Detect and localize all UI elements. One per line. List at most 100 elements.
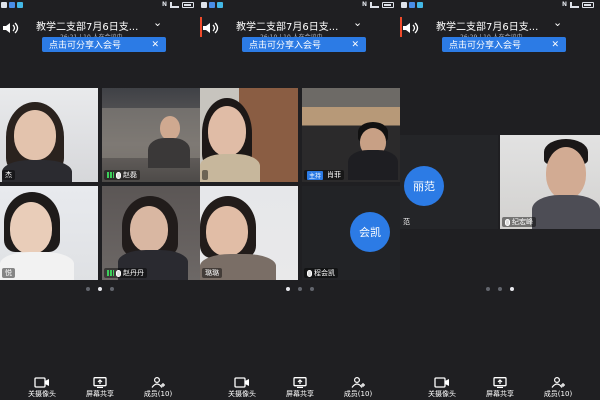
screen-share-button[interactable]: 屏幕共享 <box>78 377 122 399</box>
message-icon <box>217 2 223 8</box>
participant-label <box>202 170 208 180</box>
nfc-icon: N <box>361 1 367 8</box>
screen-share-label: 屏幕共享 <box>486 390 514 398</box>
members-label: 成员(10) <box>143 390 173 398</box>
participant-name: 程会凯 <box>314 269 335 277</box>
page-dot[interactable] <box>486 287 490 291</box>
members-label: 成员(10) <box>543 390 573 398</box>
participant-name: 范 <box>403 218 410 226</box>
meeting-title[interactable]: 教学二支部7月6日支... <box>36 18 166 33</box>
participant-label: 杰 <box>2 170 15 180</box>
video-tile[interactable]: 悦 <box>0 186 98 280</box>
status-bar: N <box>400 0 600 10</box>
share-banner-text: 点击可分享入会号 <box>49 41 122 51</box>
host-badge: 主持 <box>307 170 324 180</box>
participant-label: 赵丹丹 <box>104 268 147 278</box>
meeting-screen-2: N 教学二支部7月6日支... ⌄ 26:10 | 10 人在会议中 点击可分享… <box>200 0 400 400</box>
page-indicator <box>400 287 600 291</box>
camera-button[interactable]: 关摄像头 <box>420 377 464 399</box>
close-icon[interactable]: ✕ <box>351 40 359 50</box>
participant-label: 璐璐 <box>202 268 222 278</box>
app-notification-icon <box>409 2 415 8</box>
video-tile[interactable]: 璐璐 <box>200 186 298 280</box>
speaker-icon[interactable] <box>200 17 220 37</box>
meeting-toolbar: 关摄像头 屏幕共享 成员(10) <box>200 372 400 400</box>
page-dot-active[interactable] <box>286 287 290 291</box>
participant-name: 悦 <box>5 269 12 277</box>
participant-name: 杰 <box>5 171 12 179</box>
meeting-title[interactable]: 教学二支部7月6日支... <box>236 18 366 33</box>
meeting-header: 教学二支部7月6日支... ⌄ 26:21 | 10 人在会议中 <box>0 12 200 41</box>
camera-button[interactable]: 关摄像头 <box>220 377 264 399</box>
camera-label: 关摄像头 <box>428 390 456 398</box>
signal-icon <box>170 1 179 8</box>
share-meeting-banner[interactable]: 点击可分享入会号 ✕ <box>42 37 166 52</box>
page-dot-active[interactable] <box>510 287 514 291</box>
camera-label: 关摄像头 <box>228 390 256 398</box>
speaker-icon[interactable] <box>400 17 420 37</box>
video-tile[interactable]: 主持 肖菲 <box>302 88 400 182</box>
page-dot-active[interactable] <box>98 287 102 291</box>
participant-name: 赵磊 <box>123 171 137 179</box>
members-button[interactable]: 成员(10) <box>336 377 380 399</box>
meeting-title[interactable]: 教学二支部7月6日支... <box>436 18 566 33</box>
meeting-screen-1: N 教学二支部7月6日支... ⌄ 26:21 | 10 人在会议中 点击可分享… <box>0 0 200 400</box>
meeting-header: 教学二支部7月6日支... ⌄ 26:29 | 10 人在会议中 <box>400 12 600 41</box>
participant-avatar[interactable]: 丽范 <box>404 166 444 206</box>
message-icon <box>417 2 423 8</box>
message-icon <box>17 2 23 8</box>
video-tile[interactable]: 赵丹丹 <box>102 186 200 280</box>
screen-share-icon <box>493 377 507 388</box>
microphone-icon <box>116 171 121 179</box>
app-notification-icon <box>9 2 15 8</box>
video-tile[interactable] <box>200 88 298 182</box>
members-button[interactable]: 成员(10) <box>136 377 180 399</box>
video-tile[interactable]: 赵磊 <box>102 88 200 182</box>
share-meeting-banner[interactable]: 点击可分享入会号 ✕ <box>442 37 566 52</box>
battery-icon <box>382 1 394 8</box>
notification-icon <box>1 2 7 8</box>
members-icon <box>551 377 565 388</box>
participant-avatar[interactable]: 会凯 <box>350 212 390 252</box>
signal-strength-icon <box>107 270 114 276</box>
microphone-icon <box>116 269 121 277</box>
page-dot[interactable] <box>310 287 314 291</box>
battery-icon <box>182 1 194 8</box>
camera-button[interactable]: 关摄像头 <box>20 377 64 399</box>
status-bar: N <box>0 0 200 10</box>
chevron-down-icon[interactable]: ⌄ <box>353 16 362 29</box>
members-button[interactable]: 成员(10) <box>536 377 580 399</box>
members-icon <box>151 377 165 388</box>
page-dot[interactable] <box>498 287 502 291</box>
close-icon[interactable]: ✕ <box>151 40 159 50</box>
signal-icon <box>370 1 379 8</box>
microphone-icon <box>307 269 312 277</box>
close-icon[interactable]: ✕ <box>551 40 559 50</box>
video-tile[interactable]: 杰 <box>0 88 98 182</box>
chevron-down-icon[interactable]: ⌄ <box>553 16 562 29</box>
signal-icon <box>570 1 579 8</box>
screen-share-button[interactable]: 屏幕共享 <box>278 377 322 399</box>
share-meeting-banner[interactable]: 点击可分享入会号 ✕ <box>242 37 366 52</box>
screen-share-label: 屏幕共享 <box>286 390 314 398</box>
participant-label: 纪宏峰 <box>502 217 536 227</box>
page-indicator <box>0 287 200 291</box>
screen-share-button[interactable]: 屏幕共享 <box>478 377 522 399</box>
chevron-down-icon[interactable]: ⌄ <box>153 16 162 29</box>
meeting-toolbar: 关摄像头 屏幕共享 成员(10) <box>400 372 600 400</box>
camera-icon <box>434 377 449 388</box>
participant-name: 纪宏峰 <box>512 218 533 226</box>
participant-label: 主持 肖菲 <box>304 170 345 180</box>
meeting-title-text: 教学二支部7月6日支... <box>236 21 339 33</box>
microphone-icon <box>505 218 510 226</box>
page-dot[interactable] <box>110 287 114 291</box>
page-dot[interactable] <box>298 287 302 291</box>
share-banner-text: 点击可分享入会号 <box>449 41 522 51</box>
speaker-icon[interactable] <box>2 20 20 34</box>
participant-label: 赵磊 <box>104 170 140 180</box>
participant-name: 赵丹丹 <box>123 269 144 277</box>
notification-icon <box>401 2 407 8</box>
nfc-icon: N <box>561 1 567 8</box>
video-tile[interactable]: 纪宏峰 <box>500 135 600 229</box>
page-dot[interactable] <box>86 287 90 291</box>
